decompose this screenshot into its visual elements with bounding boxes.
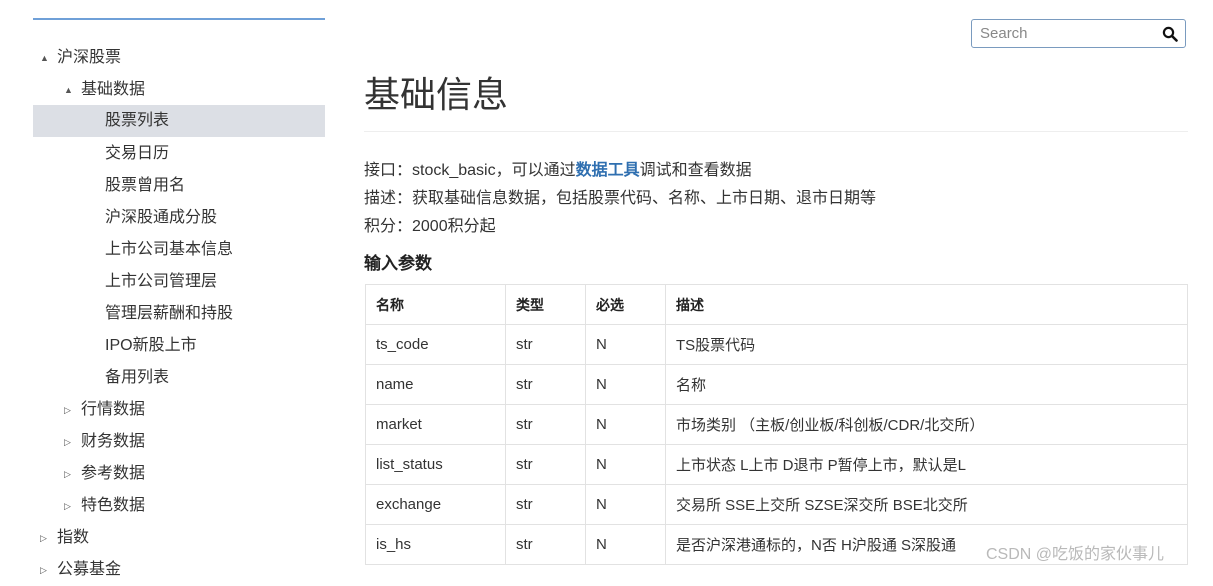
collapsed-arrow-icon[interactable]: ▷ [64, 394, 71, 426]
param-required-cell: N [585, 444, 666, 485]
column-header-description: 描述 [665, 284, 1188, 325]
sidebar-nav: ▲ 沪深股票 ▲ 基础数据 股票列表 交易日历 股票曾用名 沪深股通成分股 上市… [33, 0, 325, 578]
sidebar-item-label: 沪深股通成分股 [105, 209, 218, 226]
sidebar-item-special-data[interactable]: ▷ 特色数据 [33, 490, 325, 522]
table-row: market str N 市场类别 （主板/创业板/科创板/CDR/北交所） [365, 404, 1188, 445]
sidebar-item-management-pay[interactable]: 管理层薪酬和持股 [33, 298, 325, 330]
sidebar-item-label: 特色数据 [81, 497, 146, 514]
collapsed-arrow-icon[interactable]: ▷ [40, 554, 47, 586]
sidebar-item-label: 公募基金 [57, 561, 122, 578]
param-description-cell: TS股票代码 [665, 324, 1188, 365]
param-required-cell: N [585, 364, 666, 405]
sidebar-item-label: 股票曾用名 [105, 177, 186, 194]
sidebar-item-label: 交易日历 [105, 145, 170, 162]
param-description-cell: 上市状态 L上市 D退市 P暂停上市，默认是L [665, 444, 1188, 485]
collapsed-arrow-icon[interactable]: ▷ [64, 426, 71, 458]
expanded-arrow-icon[interactable]: ▲ [40, 42, 49, 74]
sidebar-item-basic-data[interactable]: ▲ 基础数据 [33, 74, 325, 106]
sidebar-item-ipo[interactable]: IPO新股上市 [33, 330, 325, 362]
expanded-arrow-icon[interactable]: ▲ [64, 74, 73, 106]
table-header-row: 名称 类型 必选 描述 [365, 284, 1188, 325]
sidebar-top-divider [33, 18, 325, 20]
param-type-cell: str [505, 324, 586, 365]
sidebar-item-market-data[interactable]: ▷ 行情数据 [33, 394, 325, 426]
sidebar-item-stock-list[interactable]: 股票列表 [33, 105, 325, 137]
table-row: list_status str N 上市状态 L上市 D退市 P暂停上市，默认是… [365, 444, 1188, 485]
sidebar-item-label: 财务数据 [81, 433, 146, 450]
param-description-cell: 市场类别 （主板/创业板/科创板/CDR/北交所） [665, 404, 1188, 445]
sidebar-item-label: 上市公司基本信息 [105, 241, 234, 258]
param-name-cell: is_hs [365, 524, 506, 565]
column-header-name: 名称 [365, 284, 506, 325]
page-title: 基础信息 [364, 75, 509, 116]
collapsed-arrow-icon[interactable]: ▷ [64, 458, 71, 490]
table-row: ts_code str N TS股票代码 [365, 324, 1188, 365]
sidebar-item-label: IPO新股上市 [105, 337, 197, 354]
param-type-cell: str [505, 484, 586, 525]
table-row: name str N 名称 [365, 364, 1188, 405]
param-required-cell: N [585, 324, 666, 365]
sidebar-item-label: 沪深股票 [57, 49, 122, 66]
param-type-cell: str [505, 444, 586, 485]
param-name-cell: list_status [365, 444, 506, 485]
sidebar-item-reference-data[interactable]: ▷ 参考数据 [33, 458, 325, 490]
sidebar-item-label: 上市公司管理层 [105, 273, 218, 290]
sidebar-item-trade-calendar[interactable]: 交易日历 [33, 138, 325, 170]
input-params-heading: 输入参数 [364, 254, 432, 273]
param-name-cell: ts_code [365, 324, 506, 365]
search-box [971, 19, 1186, 48]
param-description-cell: 交易所 SSE上交所 SZSE深交所 BSE北交所 [665, 484, 1188, 525]
collapsed-arrow-icon[interactable]: ▷ [40, 522, 47, 554]
interface-line: 接口：stock_basic，可以通过数据工具调试和查看数据 [364, 156, 752, 180]
sidebar-item-label: 参考数据 [81, 465, 146, 482]
sidebar-item-label: 备用列表 [105, 369, 170, 386]
param-name-cell: exchange [365, 484, 506, 525]
param-type-cell: str [505, 364, 586, 405]
interface-prefix: 接口：stock_basic，可以通过 [364, 162, 576, 179]
interface-suffix: 调试和查看数据 [639, 162, 752, 179]
points-line: 积分：2000积分起 [364, 218, 496, 235]
sidebar-item-index[interactable]: ▷ 指数 [33, 522, 325, 554]
search-input[interactable] [972, 20, 1160, 47]
param-name-cell: name [365, 364, 506, 405]
description-line: 描述：获取基础信息数据，包括股票代码、名称、上市日期、退市日期等 [364, 190, 877, 207]
column-header-required: 必选 [585, 284, 666, 325]
csdn-watermark: CSDN @吃饭的家伙事儿 [986, 546, 1165, 563]
param-description-cell: 名称 [665, 364, 1188, 405]
sidebar-item-former-names[interactable]: 股票曾用名 [33, 170, 325, 202]
sidebar-item-financial-data[interactable]: ▷ 财务数据 [33, 426, 325, 458]
sidebar-item-company-info[interactable]: 上市公司基本信息 [33, 234, 325, 266]
collapsed-arrow-icon[interactable]: ▷ [64, 490, 71, 522]
param-type-cell: str [505, 524, 586, 565]
param-name-cell: market [365, 404, 506, 445]
param-required-cell: N [585, 404, 666, 445]
param-required-cell: N [585, 524, 666, 565]
column-header-type: 类型 [505, 284, 586, 325]
sidebar-item-label: 股票列表 [105, 112, 170, 129]
sidebar-item-public-funds[interactable]: ▷ 公募基金 [33, 554, 325, 586]
title-divider [364, 131, 1188, 132]
data-tool-link[interactable]: 数据工具 [576, 162, 640, 179]
sidebar-item-label: 基础数据 [81, 81, 146, 98]
sidebar-item-backup-list[interactable]: 备用列表 [33, 362, 325, 394]
param-type-cell: str [505, 404, 586, 445]
sidebar-item-label: 管理层薪酬和持股 [105, 305, 234, 322]
sidebar-item-label: 行情数据 [81, 401, 146, 418]
param-required-cell: N [585, 484, 666, 525]
input-params-table: 名称 类型 必选 描述 ts_code str N TS股票代码 name st… [365, 284, 1188, 565]
sidebar-item-label: 指数 [57, 529, 90, 546]
table-row: exchange str N 交易所 SSE上交所 SZSE深交所 BSE北交所 [365, 484, 1188, 525]
sidebar-item-hushen-stocks[interactable]: ▲ 沪深股票 [33, 42, 325, 74]
sidebar-item-company-management[interactable]: 上市公司管理层 [33, 266, 325, 298]
search-icon[interactable] [1162, 26, 1178, 42]
sidebar-item-hsgt-constituents[interactable]: 沪深股通成分股 [33, 202, 325, 234]
